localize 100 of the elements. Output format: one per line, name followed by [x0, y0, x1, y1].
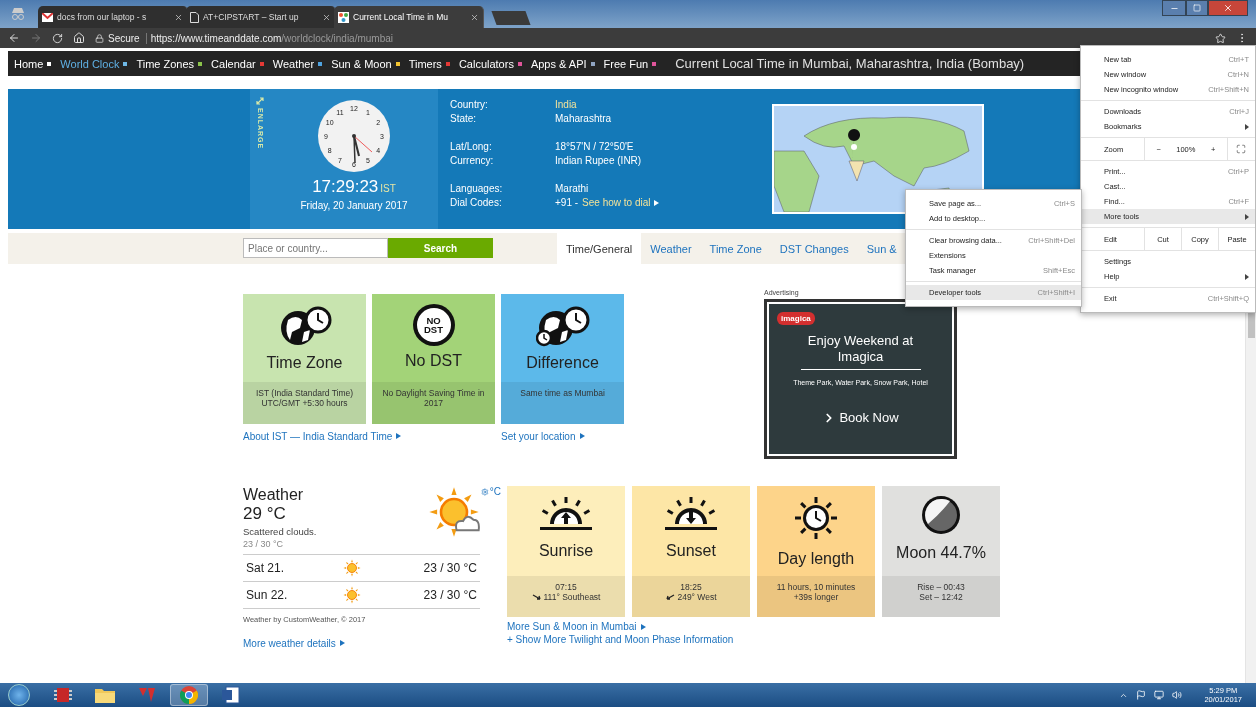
astronomy-card[interactable]: Day length 11 hours, 10 minutes +39s longer: [757, 486, 875, 617]
browser-tab[interactable]: AT+CIPSTART – Start up: [186, 6, 336, 28]
unit-setting-link[interactable]: °C: [481, 486, 501, 497]
bookmark-star-icon[interactable]: [1215, 32, 1226, 44]
card-detail: 249° West: [665, 592, 717, 602]
astronomy-card[interactable]: Moon 44.7% Rise – 00:43 Set – 12:42: [882, 486, 1000, 617]
dial-link[interactable]: See how to dial: [582, 196, 660, 210]
astronomy-link[interactable]: + Show More Twilight and Moon Phase Information: [507, 634, 1000, 645]
no-dst-badge: NO DST: [412, 304, 455, 346]
close-icon[interactable]: [174, 12, 183, 22]
fact-label: State:: [450, 112, 478, 126]
nav-link[interactable]: Weather: [272, 57, 323, 70]
card-detail: 111° Southeast: [531, 592, 601, 602]
fact-link[interactable]: India: [555, 98, 577, 112]
folder-icon: [95, 687, 115, 703]
card-detail: Set – 12:42: [919, 592, 963, 602]
current-time: 17:29:23 IST: [312, 177, 396, 197]
close-icon[interactable]: [322, 12, 331, 22]
mail-icon: [42, 12, 53, 22]
card-title: Sunset: [666, 542, 716, 560]
page-tab[interactable]: DST Changes: [770, 233, 858, 264]
fullscreen-icon[interactable]: [1236, 144, 1247, 154]
weather-link[interactable]: More weather details: [243, 636, 345, 650]
page-tab[interactable]: Time Zone: [700, 233, 771, 264]
new-tab-button[interactable]: [491, 11, 531, 25]
nav-link[interactable]: Sun & Moon: [331, 57, 400, 70]
browser-tab[interactable]: Current Local Time in Mu: [334, 6, 484, 28]
nav-link[interactable]: Apps & API: [530, 57, 595, 70]
home-icon[interactable]: [73, 32, 85, 44]
flag-icon[interactable]: [1136, 690, 1147, 700]
temperature: 29 °C: [243, 504, 287, 524]
nav-link[interactable]: World Clock: [60, 57, 128, 70]
document-app-icon: [222, 686, 240, 704]
url-path[interactable]: /worldclock/india/mumbai: [281, 32, 394, 44]
network-icon[interactable]: [1154, 690, 1165, 700]
sun-cloud-icon: [428, 486, 480, 538]
start-button[interactable]: [8, 684, 30, 706]
incognito-icon: [10, 8, 26, 20]
card-title: Difference: [526, 354, 599, 372]
browser-tab[interactable]: docs from our laptop - s: [38, 6, 188, 28]
maximize-icon: [1193, 4, 1201, 12]
reload-icon[interactable]: [52, 32, 63, 44]
sun-clock-icon: [792, 494, 840, 542]
forecast-temp: 23 / 30 °C: [423, 588, 477, 602]
card-link[interactable]: Set your location: [501, 429, 585, 443]
card-detail: 07:15: [555, 582, 577, 592]
nav-link[interactable]: Calculators: [458, 57, 522, 70]
sun-icon: [343, 586, 361, 604]
info-card[interactable]: NO DST No DST No Daylight Saving Time in 2017: [372, 294, 495, 424]
nav-link[interactable]: Home: [14, 57, 52, 70]
globes-with-clocks-icon: [535, 304, 590, 348]
book-now-link[interactable]: Book Now: [822, 410, 899, 425]
fact-label: Languages:: [450, 182, 504, 196]
url-host[interactable]: https://www.timeanddate.com: [150, 32, 282, 44]
nav-link[interactable]: Calendar: [211, 57, 264, 70]
maximize-button[interactable]: [1186, 0, 1208, 16]
expand-icon[interactable]: [256, 97, 264, 105]
card-detail: 11 hours, 10 minutes: [776, 582, 856, 592]
astronomy-card[interactable]: Sunset 18:25 249° West: [632, 486, 750, 617]
card-detail: +39s longer: [793, 592, 839, 602]
fact-value: Marathi: [555, 182, 589, 196]
triangle-icon: [640, 623, 646, 630]
page-tab[interactable]: Time/General: [557, 233, 642, 264]
ad-headline: Enjoy Weekend at Imagica: [800, 333, 921, 370]
fact-value: 18°57'N / 72°50'E: [555, 140, 634, 154]
info-card[interactable]: Time Zone IST (India Standard Time) UTC/GMT +5:30 hours: [243, 294, 366, 424]
fact-label: Dial Codes:: [450, 196, 503, 210]
page-tab[interactable]: Weather: [641, 233, 701, 264]
fact-value: Indian Rupee (INR): [555, 154, 642, 168]
nav-link[interactable]: Free Fun: [603, 57, 657, 70]
speaker-icon[interactable]: [1172, 690, 1183, 700]
minimize-button[interactable]: [1162, 0, 1186, 16]
forecast-day: Sat 21.: [246, 561, 343, 575]
direction-arrow-icon: [531, 593, 542, 601]
lock-icon: [95, 33, 104, 43]
card-detail: Same time as Mumbai: [501, 382, 624, 424]
card-detail: Rise – 00:43: [917, 582, 965, 592]
card-title: Sunrise: [538, 542, 594, 560]
close-icon[interactable]: [470, 12, 479, 22]
nav-link[interactable]: Time Zones: [136, 57, 203, 70]
search-field[interactable]: Place or country...: [243, 238, 388, 258]
page-tab[interactable]: Sun &: [857, 233, 906, 264]
nav-link[interactable]: Timers: [408, 57, 450, 70]
card-detail: No Daylight Saving Time in 2017: [372, 382, 495, 424]
back-icon[interactable]: [8, 32, 20, 44]
brand-logo: imagica: [777, 312, 815, 325]
fact-label: Country:: [450, 98, 489, 112]
info-card[interactable]: Difference Same time as Mumbai: [501, 294, 624, 424]
forecast-temp: 23 / 30 °C: [423, 561, 477, 575]
fact-value: +91 -: [555, 196, 579, 210]
weather-title: Weather: [243, 486, 305, 504]
astronomy-link[interactable]: More Sun & Moon in Mumbai: [507, 621, 1000, 632]
sun-icon: [343, 559, 361, 577]
triangle-icon: [654, 200, 660, 206]
card-link[interactable]: About IST — India Standard Time: [243, 429, 402, 443]
site-logo-icon: [338, 11, 349, 23]
card-title: Time Zone: [266, 354, 343, 372]
astronomy-card[interactable]: Sunrise 07:15 111° Southeast: [507, 486, 625, 617]
secure-label: Secure: [108, 32, 147, 44]
card-detail: 18:25: [680, 582, 702, 592]
